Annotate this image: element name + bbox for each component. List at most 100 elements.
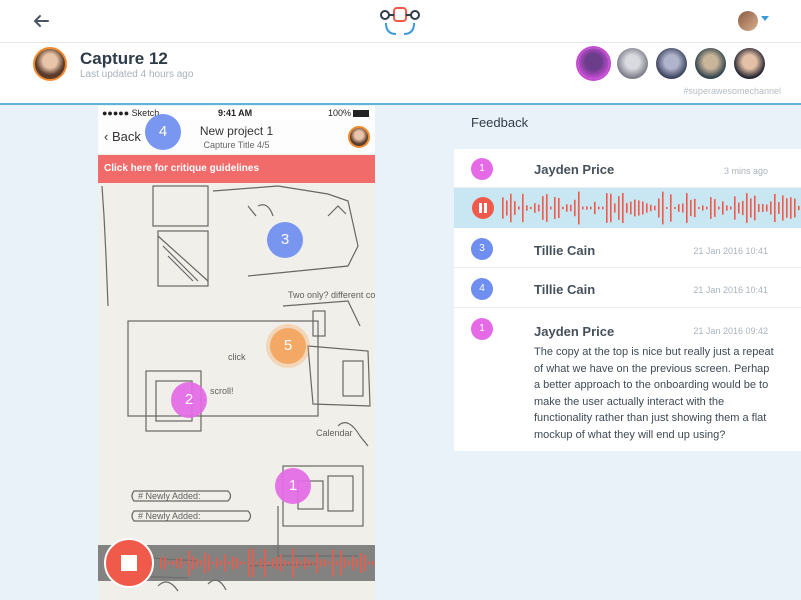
audio-playback-bar[interactable] xyxy=(454,188,801,228)
capture-preview: Two only? different coloured click scrol… xyxy=(98,106,375,600)
waveform-bar xyxy=(164,556,166,570)
chevron-down-icon[interactable] xyxy=(761,16,769,21)
waveform-bar xyxy=(506,200,508,216)
waveform-bar xyxy=(300,560,302,566)
waveform-bar xyxy=(244,561,246,565)
stop-recording-button[interactable] xyxy=(104,538,154,588)
waveform-bar xyxy=(586,206,588,210)
avatar[interactable] xyxy=(656,48,687,79)
waveform-bar xyxy=(642,201,644,215)
sketch-note: # Newly Added: xyxy=(138,511,201,521)
waveform-bar xyxy=(626,203,628,213)
phone-status-bar: ●●●●● Sketch 9:41 AM 100% xyxy=(98,106,375,120)
capture-header: Capture 12 Last updated 4 hours ago #sup… xyxy=(0,43,801,105)
waveform-bar xyxy=(562,206,564,210)
waveform-bar xyxy=(316,552,318,574)
waveform-bar xyxy=(372,560,374,566)
waveform-bar xyxy=(288,561,290,565)
waveform-bar xyxy=(646,203,648,213)
waveform-bar xyxy=(228,561,230,565)
waveform-bar xyxy=(774,193,776,223)
waveform-bar xyxy=(702,205,704,211)
waveform-bar xyxy=(324,559,326,567)
pause-button[interactable] xyxy=(472,197,494,219)
waveform-bar xyxy=(518,206,520,210)
feedback-number: 1 xyxy=(471,158,493,180)
waveform-bar xyxy=(698,206,700,210)
waveform-bar xyxy=(694,198,696,218)
waveform-bar xyxy=(264,548,266,578)
waveform-bar xyxy=(598,206,600,210)
waveform-bar xyxy=(686,193,688,223)
feedback-author: Tillie Cain xyxy=(534,282,596,297)
waveform-bar xyxy=(650,204,652,212)
waveform-bar xyxy=(730,206,732,210)
waveform-bar xyxy=(360,552,362,574)
waveform-bar xyxy=(336,560,338,566)
waveform-bar xyxy=(678,204,680,212)
waveform-bar xyxy=(778,202,780,214)
channel-tag[interactable]: #superawesomechannel xyxy=(683,86,781,96)
feedback-item[interactable]: 1 Jayden Price 3 mins ago xyxy=(454,149,801,188)
playback-waveform[interactable] xyxy=(500,188,801,228)
feedback-time: 21 Jan 2016 09:42 xyxy=(693,326,768,336)
phone-nav-bar: ‹ Back New project 1 Capture Title 4/5 xyxy=(98,120,375,154)
waveform-bar xyxy=(522,193,524,223)
annotation-marker[interactable]: 3 xyxy=(267,222,303,258)
waveform-bar xyxy=(368,561,370,565)
sketch-note: Calendar xyxy=(316,428,353,438)
waveform-bar xyxy=(200,560,202,566)
waveform-bar xyxy=(602,206,604,210)
waveform-bar xyxy=(746,193,748,223)
feedback-item[interactable]: 3 Tillie Cain 21 Jan 2016 10:41 xyxy=(454,228,801,268)
waveform-bar xyxy=(546,194,548,222)
waveform-bar xyxy=(742,200,744,216)
avatar[interactable] xyxy=(348,126,370,148)
waveform-bar xyxy=(188,550,190,576)
waveform-bar xyxy=(304,556,306,570)
waveform-bar xyxy=(542,196,544,220)
waveform-bar xyxy=(502,197,504,219)
status-time: 9:41 AM xyxy=(218,108,253,118)
avatar[interactable] xyxy=(617,48,648,79)
waveform-bar xyxy=(204,552,206,574)
waveform-bar xyxy=(794,198,796,218)
waveform-bar xyxy=(312,561,314,565)
waveform-bar xyxy=(738,202,740,214)
user-menu-avatar[interactable] xyxy=(738,11,758,31)
waveform-bar xyxy=(670,194,672,222)
owner-avatar[interactable] xyxy=(33,47,67,81)
waveform-bar xyxy=(634,199,636,217)
waveform-bar xyxy=(762,204,764,212)
app-logo[interactable] xyxy=(380,4,420,38)
waveform-bar xyxy=(248,549,250,577)
back-arrow-icon[interactable] xyxy=(32,12,50,30)
annotation-marker[interactable]: 4 xyxy=(145,114,181,150)
waveform-bar xyxy=(356,558,358,568)
avatar[interactable] xyxy=(578,48,609,79)
waveform-bar xyxy=(344,557,346,569)
annotation-marker[interactable]: 2 xyxy=(171,382,207,418)
waveform-bar xyxy=(514,201,516,215)
waveform-bar xyxy=(594,201,596,215)
signal-carrier: ●●●●● Sketch xyxy=(102,108,160,118)
waveform-bar xyxy=(272,558,274,568)
battery-status: 100% xyxy=(328,108,369,118)
waveform-bar xyxy=(328,561,330,565)
waveform-bar xyxy=(296,558,298,568)
annotation-marker[interactable]: 5 xyxy=(270,328,306,364)
waveform-bar xyxy=(566,204,568,212)
feedback-item[interactable]: 1 Jayden Price 21 Jan 2016 09:42 The cop… xyxy=(454,308,801,451)
annotation-marker[interactable]: 1 xyxy=(275,468,311,504)
waveform-bar xyxy=(168,561,170,565)
critique-guidelines-banner[interactable]: Click here for critique guidelines xyxy=(98,155,375,183)
feedback-time: 21 Jan 2016 10:41 xyxy=(693,246,768,256)
avatar[interactable] xyxy=(734,48,765,79)
waveform-bar xyxy=(252,548,254,578)
waveform-bar xyxy=(160,557,162,569)
waveform-bar xyxy=(638,200,640,216)
feedback-item[interactable]: 4 Tillie Cain 21 Jan 2016 10:41 xyxy=(454,268,801,308)
avatar[interactable] xyxy=(695,48,726,79)
feedback-time: 21 Jan 2016 10:41 xyxy=(693,285,768,295)
waveform-bar xyxy=(192,555,194,571)
